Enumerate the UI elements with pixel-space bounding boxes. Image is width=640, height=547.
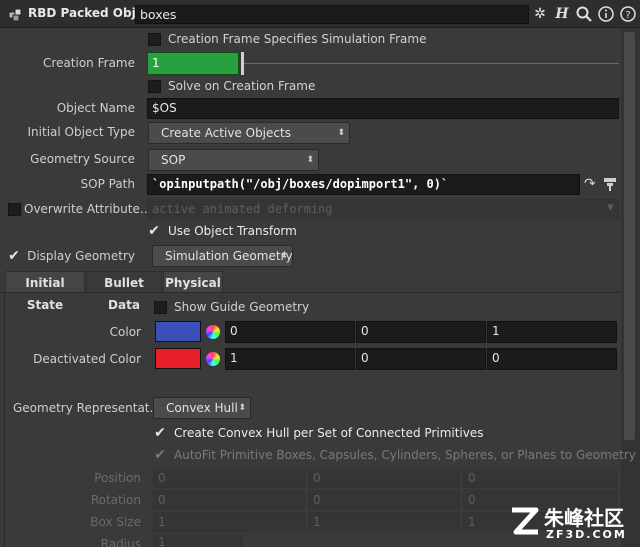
initial-object-type-menu[interactable]: Create Active Objects ⬍	[148, 122, 350, 144]
tab-initial-state[interactable]: Initial State	[5, 271, 85, 312]
watermark-cn-text: 朱峰社区	[544, 506, 624, 530]
chevron-updown-icon: ⬍	[238, 403, 246, 413]
geometry-source-menu[interactable]: SOP ⬍	[148, 149, 319, 171]
watermark-url-text: ZF3D.COM	[546, 528, 627, 541]
object-name-label: Object Name	[56, 101, 135, 115]
deactivated-color-label: Deactivated Color	[33, 352, 141, 366]
sop-path-field[interactable]: `opinputpath("/obj/boxes/dopimport1", 0)…	[147, 174, 580, 195]
creation-frame-specifies-label: Creation Frame Specifies Simulation Fram…	[168, 32, 427, 46]
overwrite-attribute-field: active animated deforming	[147, 199, 619, 220]
tab-physical[interactable]: Physical	[163, 271, 223, 293]
color-wheel-icon[interactable]	[206, 352, 220, 366]
chevron-updown-icon: ⬍	[306, 155, 314, 165]
solve-on-creation-checkbox[interactable]	[148, 80, 161, 93]
display-geometry-check-icon[interactable]: ✔	[7, 249, 21, 263]
sop-path-label: SOP Path	[80, 177, 135, 191]
color-wheel-icon[interactable]	[206, 325, 220, 339]
convex-hull-check-icon[interactable]: ✔	[153, 426, 167, 440]
chevron-updown-icon: ⬍	[280, 251, 288, 261]
box-size-y-field: 1	[308, 512, 460, 532]
search-icon[interactable]	[575, 5, 593, 23]
color-r-field[interactable]: 0	[225, 321, 355, 343]
rotation-y-field: 0	[308, 490, 460, 510]
box-size-label: Box Size	[90, 515, 141, 529]
color-swatch[interactable]	[155, 321, 201, 342]
creation-frame-specifies-checkbox[interactable]	[148, 33, 161, 46]
rotation-label: Rotation	[90, 493, 141, 507]
watermark: 朱峰社区 ZF3D.COM	[508, 500, 636, 544]
geometry-representation-label: Geometry Representat…	[13, 401, 162, 415]
autofit-check-icon: ✔	[154, 447, 166, 463]
chevron-down-icon: ▼	[607, 203, 614, 213]
position-z-field: 0	[463, 468, 617, 488]
convex-hull-label: Create Convex Hull per Set of Connected …	[174, 426, 484, 440]
radius-field: 1	[153, 535, 243, 547]
geometry-source-label: Geometry Source	[30, 152, 135, 166]
object-name-field[interactable]: $OS	[147, 98, 619, 119]
gear-icon[interactable]: ✲	[531, 5, 549, 23]
geometry-source-value: SOP	[161, 153, 186, 167]
jump-arrow-icon[interactable]: ↷	[584, 176, 596, 192]
tab-bullet-data[interactable]: Bullet Data	[86, 271, 162, 312]
show-guide-geometry-label: Show Guide Geometry	[174, 300, 310, 314]
deactivated-color-r-field[interactable]: 1	[225, 348, 355, 370]
svg-text:?: ?	[625, 10, 630, 21]
overwrite-attribute-checkbox[interactable]	[8, 203, 21, 216]
info-icon[interactable]	[597, 5, 615, 23]
box-size-x-field: 1	[153, 512, 305, 532]
color-g-field[interactable]: 0	[356, 321, 486, 343]
h-help-icon[interactable]: H	[553, 5, 571, 23]
geometry-representation-value: Convex Hull	[166, 401, 238, 415]
creation-frame-label: Creation Frame	[43, 56, 135, 70]
watermark-logo-icon	[512, 507, 539, 535]
use-object-transform-label: Use Object Transform	[168, 224, 297, 238]
radius-label: Radius	[100, 537, 141, 547]
display-geometry-label: Display Geometry	[27, 249, 135, 263]
help-icon[interactable]: ?	[619, 5, 637, 23]
show-guide-geometry-checkbox[interactable]	[154, 301, 167, 314]
creation-frame-field[interactable]: 1	[147, 52, 239, 75]
use-object-transform-check-icon[interactable]: ✔	[147, 224, 161, 238]
initial-object-type-label: Initial Object Type	[27, 125, 135, 139]
overwrite-attribute-label: Overwrite Attribute…	[24, 202, 152, 216]
position-label: Position	[94, 471, 141, 485]
deactivated-color-swatch[interactable]	[155, 348, 201, 369]
node-header: RBD Packed Object boxes ✲ H ?	[0, 0, 640, 28]
solve-on-creation-label: Solve on Creation Frame	[168, 79, 316, 93]
color-b-field[interactable]: 1	[487, 321, 617, 343]
position-y-field: 0	[308, 468, 460, 488]
display-geometry-value: Simulation Geometry	[165, 249, 293, 263]
rbd-packed-object-icon	[8, 8, 22, 22]
creation-frame-slider-track[interactable]	[244, 63, 619, 64]
geometry-representation-menu[interactable]: Convex Hull ⬍	[153, 397, 251, 419]
chevron-updown-icon: ⬍	[337, 128, 345, 138]
position-x-field: 0	[153, 468, 305, 488]
deactivated-color-g-field[interactable]: 0	[356, 348, 486, 370]
display-geometry-menu[interactable]: Simulation Geometry ⬍	[152, 245, 293, 267]
initial-object-type-value: Create Active Objects	[161, 126, 291, 140]
autofit-label: AutoFit Primitive Boxes, Capsules, Cylin…	[174, 448, 636, 462]
color-label: Color	[109, 325, 141, 339]
scrollbar-thumb[interactable]	[624, 32, 635, 440]
rotation-x-field: 0	[153, 490, 305, 510]
node-name-field[interactable]: boxes	[135, 5, 529, 24]
deactivated-color-b-field[interactable]: 0	[487, 348, 617, 370]
node-chooser-icon[interactable]	[602, 176, 618, 192]
